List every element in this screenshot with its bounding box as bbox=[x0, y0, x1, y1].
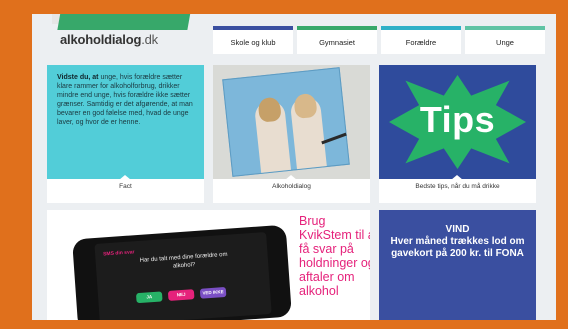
caption-notch bbox=[451, 175, 463, 180]
tips-card[interactable]: Tips Bedste tips, når du må drikke bbox=[379, 65, 536, 203]
nav-skole-og-klub[interactable]: Skole og klub bbox=[213, 26, 293, 54]
tips-caption: Bedste tips, når du må drikke bbox=[415, 183, 500, 190]
fact-caption: Fact bbox=[119, 183, 132, 190]
contest-text: Hver måned trækkes lod om gavekort på 20… bbox=[390, 236, 525, 259]
person-figure bbox=[253, 96, 292, 173]
alkoholdialog-caption: Alkoholdialog bbox=[272, 183, 311, 190]
brand-tld: .dk bbox=[141, 32, 158, 47]
booklet-photo bbox=[213, 65, 370, 179]
booklet-image bbox=[222, 67, 350, 177]
fact-lead: Vidste du, at bbox=[57, 74, 99, 81]
poll-dont-know-button: VED IKKE bbox=[199, 286, 227, 299]
caption-notch bbox=[285, 175, 297, 180]
brand-logo[interactable]: alkoholdialog.dk bbox=[60, 32, 158, 47]
kvikstem-promo-text: Brug KvikStem til at få svar på holdning… bbox=[299, 214, 370, 298]
nav-foraeldre[interactable]: Forældre bbox=[381, 26, 461, 54]
nav-unge[interactable]: Unge bbox=[465, 26, 545, 54]
tips-image-word: Tips bbox=[419, 99, 496, 140]
app-name: SMS din svar bbox=[102, 249, 135, 258]
contest-card[interactable]: VIND Hver måned trækkes lod om gavekort … bbox=[379, 210, 536, 320]
fact-card[interactable]: Vidste du, at unge, hvis forældre sætter… bbox=[47, 65, 204, 203]
orange-frame: alkoholdialog.dk Skole og klub Gymnasiet… bbox=[0, 0, 568, 329]
fact-text: unge, hvis forældre sætter klare rammer … bbox=[57, 74, 193, 126]
logo-graphic-green bbox=[57, 14, 193, 30]
alkoholdialog-card[interactable]: Alkoholdialog bbox=[213, 65, 370, 203]
poll-yes-button: JA bbox=[135, 291, 163, 304]
poll-question: Har du talt med dine forældre om alkohol… bbox=[139, 251, 228, 270]
nav-gymnasiet[interactable]: Gymnasiet bbox=[297, 26, 377, 54]
phone-image: SMS din svar Har du talt med dine foræld… bbox=[72, 224, 292, 320]
phone-screen: SMS din svar Har du talt med dine foræld… bbox=[94, 232, 272, 320]
brand-name: alkoholdialog bbox=[60, 32, 142, 47]
person-figure bbox=[289, 92, 327, 170]
web-page: alkoholdialog.dk Skole og klub Gymnasiet… bbox=[32, 14, 556, 320]
caption-notch bbox=[119, 175, 131, 180]
fact-panel: Vidste du, at unge, hvis forældre sætter… bbox=[47, 65, 204, 179]
kvikstem-card[interactable]: SMS din svar Har du talt med dine foræld… bbox=[47, 210, 370, 320]
contest-headline: VIND bbox=[445, 224, 470, 235]
tips-image: Tips bbox=[379, 65, 536, 179]
poll-no-button: NEJ bbox=[167, 289, 195, 301]
